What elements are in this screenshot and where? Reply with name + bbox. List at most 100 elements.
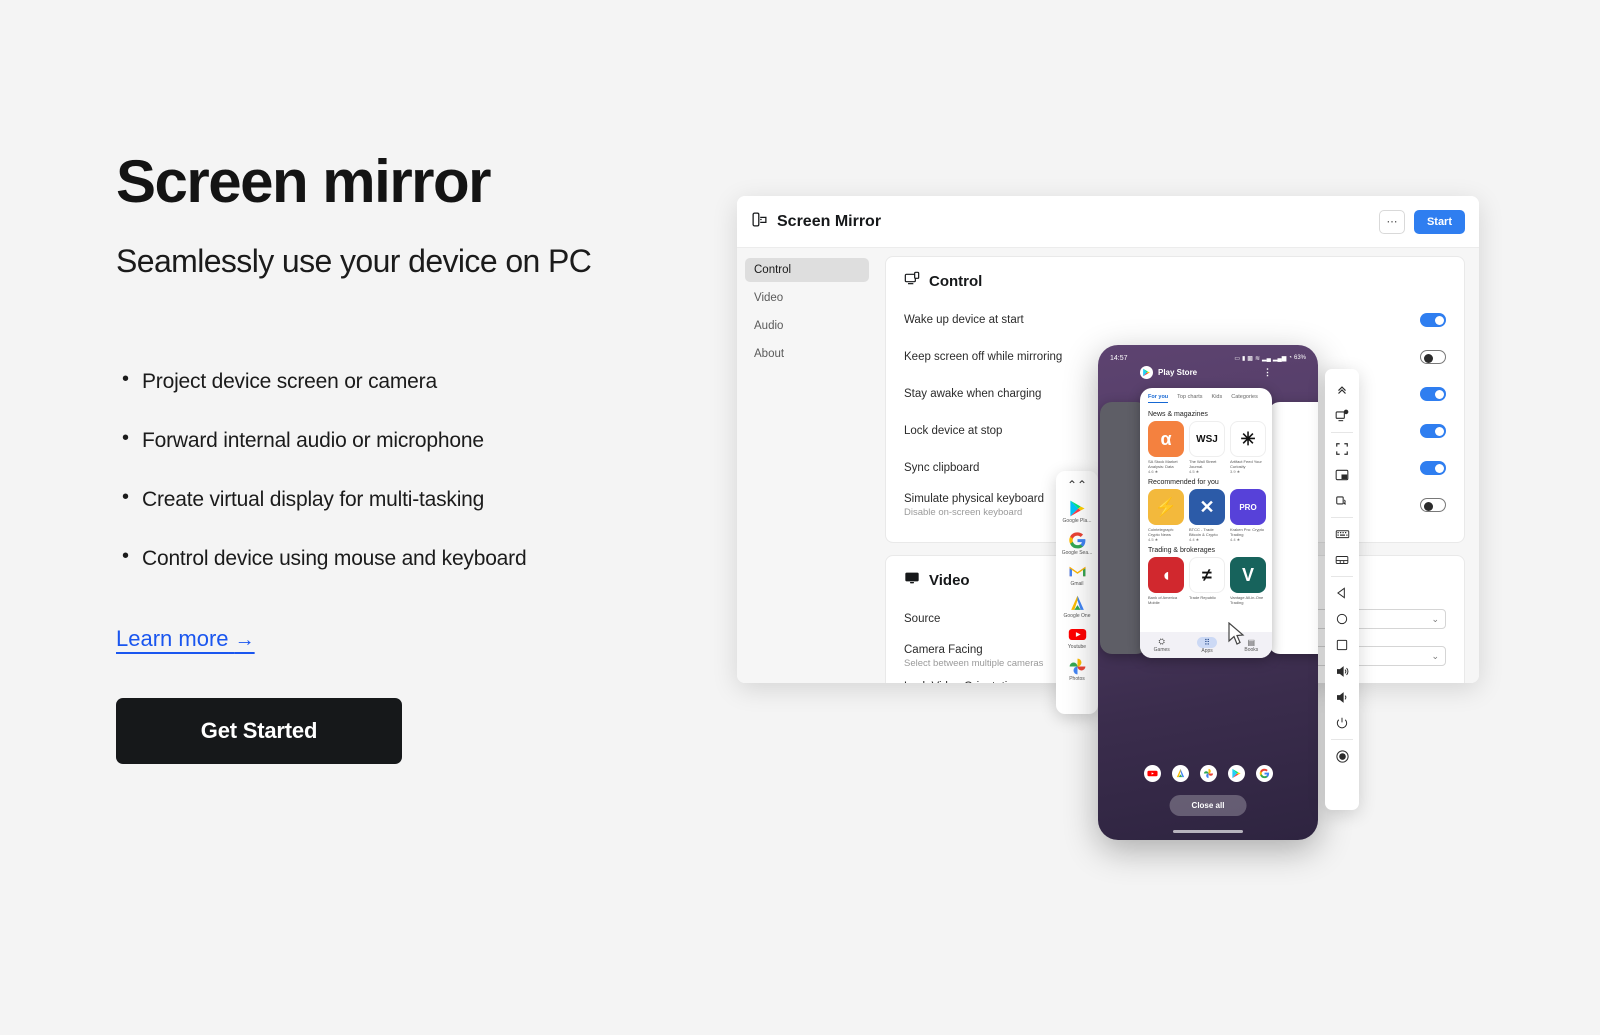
recent-card-title: Play Store [1158,367,1198,377]
drawer-app-youtube[interactable]: Youtube [1056,625,1098,651]
chevron-up-icon[interactable]: ⌃⌃ [1056,478,1098,492]
list-item[interactable]: WSJ The Wall Street Journal. 4.5 ★ [1189,421,1225,474]
mouse-cursor-icon [1228,622,1245,645]
recent-card-play-store[interactable]: For you Top charts Kids Categories News … [1140,388,1272,658]
list-item[interactable]: ≠ Trade Republic [1189,557,1225,605]
display-settings-icon[interactable] [1328,403,1356,429]
record-icon[interactable] [1328,743,1356,769]
sidebar: Control Video Audio About [737,248,877,683]
google-photos-icon[interactable] [1199,765,1217,782]
toggle-lock-device[interactable] [1420,424,1446,438]
app-name: Bank of America Mobile [1148,595,1178,605]
play-store-bottom-nav: ⛭ Games ⠿ Apps ▤ Books [1140,632,1272,658]
camera-facing-select[interactable]: ⌄ [1296,646,1446,666]
app-row: ◖ Bank of America Mobile ≠ Trade Republi… [1140,557,1272,605]
drawer-app-google-search[interactable]: Google Sea... [1056,531,1098,557]
app-name: Cointelegraph: Crypto News [1148,527,1175,537]
gesture-handle[interactable] [1173,830,1243,833]
sidebar-item-about[interactable]: About [745,342,869,366]
divider [1331,576,1353,577]
recents-square-icon[interactable] [1328,632,1356,658]
drawer-app-label: Youtube [1067,644,1087,650]
source-select[interactable]: ⌄ [1296,609,1446,629]
recent-card-right[interactable] [1268,402,1318,654]
play-store-icon [1140,365,1153,379]
setting-sublabel: Select between multiple cameras [904,657,1044,669]
toggle-simulate-keyboard[interactable] [1420,498,1446,512]
fullscreen-icon[interactable] [1328,436,1356,462]
start-button[interactable]: Start [1413,209,1465,234]
tab-top-charts[interactable]: Top charts [1177,394,1202,403]
toggle-keep-screen-off[interactable] [1420,350,1446,364]
picture-in-picture-icon[interactable] [1328,462,1356,488]
google-search-icon[interactable] [1255,765,1273,782]
volume-up-icon[interactable] [1328,658,1356,684]
rotate-screen-icon[interactable] [1328,488,1356,514]
list-item[interactable]: V Vantage All-in-One Trading [1230,557,1266,605]
nav-games[interactable]: ⛭ Games [1154,637,1170,653]
get-started-button[interactable]: Get Started [116,698,402,764]
google-one-icon[interactable] [1171,765,1189,782]
drawer-app-play-store[interactable]: Google Pla... [1056,499,1098,525]
drawer-app-label: Gmail [1070,581,1084,587]
play-store-icon[interactable] [1227,765,1245,782]
tab-kids[interactable]: Kids [1212,394,1223,403]
drawer-app-google-one[interactable]: Google One [1056,594,1098,620]
list-item[interactable]: ◖ Bank of America Mobile [1148,557,1184,605]
vibrate-icon: ▮ [1241,355,1246,362]
chevron-up-icon[interactable] [1328,377,1356,403]
learn-more-link[interactable]: Learn more → [116,626,255,652]
tab-for-you[interactable]: For you [1148,394,1169,403]
youtube-icon[interactable] [1143,765,1161,782]
tab-categories[interactable]: Categories [1231,394,1258,403]
control-panel-header: Control [904,271,1446,292]
kebab-menu-icon[interactable]: ⋮ [1263,367,1272,378]
phone-dock [1098,765,1318,782]
setting-label: Simulate physical keyboard [904,492,1044,505]
games-icon: ⛭ [1158,637,1165,646]
sidebar-item-video[interactable]: Video [745,286,869,310]
recent-card-app-bar: Play Store ⋮ [1140,362,1272,382]
drawer-app-gmail[interactable]: Gmail [1056,562,1098,588]
volume-down-icon[interactable] [1328,684,1356,710]
feature-list: Project device screen or camera Forward … [116,368,716,571]
nav-books[interactable]: ▤ Books [1244,638,1258,653]
app-tile-icon: ≠ [1189,557,1225,593]
app-name: BTCC - Trade Bitcoin & Crypto [1189,527,1218,537]
list-item[interactable]: PRO Kraken Pro: Crypto Trading 4.4 ★ [1230,489,1266,542]
power-icon[interactable] [1328,710,1356,736]
sidebar-item-audio[interactable]: Audio [745,314,869,338]
mirror-toolbar [1325,369,1359,810]
list-item[interactable]: ✕ BTCC - Trade Bitcoin & Crypto 4.4 ★ [1189,489,1225,542]
learn-more-label: Learn more [116,626,229,651]
signal2-icon: ▂▄▆ [1272,355,1287,362]
app-rating: 4.5 ★ [1189,469,1200,474]
drawer-app-photos[interactable]: Photos [1056,657,1098,683]
sidebar-item-control[interactable]: Control [745,258,869,282]
app-tile-icon: PRO [1230,489,1266,525]
toggle-stay-awake[interactable] [1420,387,1446,401]
app-title: Screen Mirror [777,212,882,230]
app-row: α SA Stock Market Analysis: Data 4.6 ★ W… [1140,421,1272,474]
back-triangle-icon[interactable] [1328,580,1356,606]
more-options-button[interactable]: ⋯ [1378,209,1405,234]
list-item[interactable]: ✳ Artifact Feed Your Curiosity 3.9 ★ [1230,421,1266,474]
navbar-icon[interactable] [1328,547,1356,573]
toggle-sync-clipboard[interactable] [1420,461,1446,475]
list-item[interactable]: α SA Stock Market Analysis: Data 4.6 ★ [1148,421,1184,474]
toggle-wake-up-device[interactable] [1420,313,1446,327]
google-photos-icon [1068,657,1087,676]
nav-apps[interactable]: ⠿ Apps [1197,636,1218,654]
keyboard-icon[interactable] [1328,521,1356,547]
home-circle-icon[interactable] [1328,606,1356,632]
drawer-app-label: Google Sea... [1061,549,1093,556]
app-rating: 4.4 ★ [1189,537,1200,542]
setting-label: Keep screen off while mirroring [904,351,1063,363]
app-tile-icon: ⚡ [1148,489,1184,525]
list-item[interactable]: ⚡ Cointelegraph: Crypto News 4.5 ★ [1148,489,1184,542]
close-all-button[interactable]: Close all [1169,795,1247,816]
vpn-icon: ▭ [1234,355,1240,362]
status-time: 14:57 [1110,354,1128,362]
nfc-icon: ▩ [1247,355,1253,362]
youtube-icon [1068,625,1087,644]
